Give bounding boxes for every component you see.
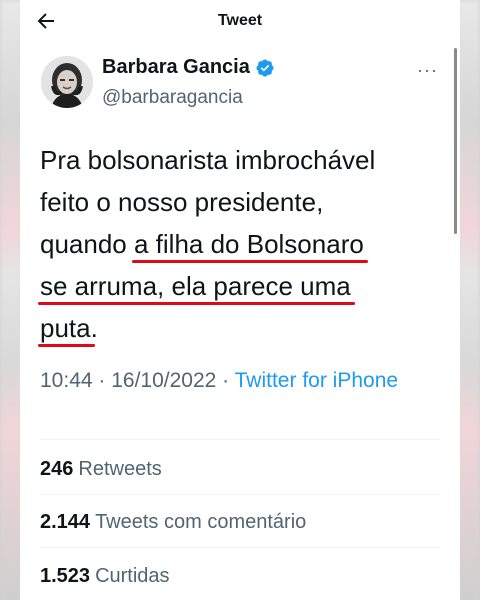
tweet-time[interactable]: 10:44: [40, 369, 93, 392]
likes-label: Curtidas: [95, 565, 170, 587]
quote-tweets-stat[interactable]: 2.144 Tweets com comentário: [40, 511, 306, 534]
tweet-text-segment: .: [90, 313, 98, 343]
quote-tweets-label: Tweets com comentário: [95, 511, 307, 533]
likes-stat[interactable]: 1.523 Curtidas: [40, 565, 170, 588]
tweet-line: puta.: [38, 307, 440, 349]
retweets-label: Retweets: [78, 458, 162, 480]
author-name-row: Barbara Gancia: [102, 56, 275, 79]
underlined-text-segment: puta: [38, 307, 95, 349]
meta-separator: ·: [92, 369, 112, 392]
underlined-text-segment: a filha do Bolsonaro: [131, 223, 368, 265]
scrollbar-thumb[interactable]: [454, 48, 457, 234]
tweet-text: Pra bolsonarista imbrochável feito o nos…: [38, 139, 440, 349]
retweets-stat[interactable]: 246 Retweets: [40, 458, 162, 481]
tweet-date[interactable]: 16/10/2022: [111, 369, 216, 392]
tweet-line: feito o nosso presidente,: [40, 181, 440, 223]
quote-tweets-count: 2.144: [40, 511, 91, 533]
tweet-text-segment: Pra bolsonarista imbrochável: [40, 145, 376, 175]
underlined-text-segment: se arruma, ela parece uma: [38, 265, 355, 307]
top-bar: Tweet: [20, 0, 460, 44]
background-blur-left: [0, 0, 22, 600]
tweet-detail-screen: Tweet Barbara Gancia @barbaragancia ··· …: [20, 0, 460, 600]
page-title: Tweet: [217, 12, 263, 29]
avatar-image: [41, 56, 93, 108]
divider: [40, 494, 440, 495]
author-handle[interactable]: @barbaragancia: [102, 87, 243, 109]
more-options-icon[interactable]: ···: [417, 60, 438, 81]
tweet-source-link[interactable]: Twitter for iPhone: [235, 369, 398, 392]
tweet-text-segment: feito o nosso presidente,: [40, 187, 324, 217]
likes-count: 1.523: [40, 565, 91, 587]
verified-badge-icon: [256, 58, 274, 77]
divider: [40, 547, 440, 548]
tweet-line: quando a filha do Bolsonaro: [40, 223, 440, 265]
avatar[interactable]: [41, 56, 93, 108]
tweet-metadata: 10:44 · 16/10/2022 · Twitter for iPhone: [40, 366, 440, 396]
tweet-line: Pra bolsonarista imbrochável: [40, 139, 440, 181]
tweet-line: se arruma, ela parece uma: [38, 265, 440, 307]
background-blur-right: [458, 0, 480, 600]
tweet-text-segment: quando: [40, 229, 134, 259]
meta-separator: ·: [216, 369, 235, 392]
divider: [40, 439, 440, 440]
author-display-name[interactable]: Barbara Gancia: [102, 56, 250, 79]
retweets-count: 246: [40, 458, 74, 480]
